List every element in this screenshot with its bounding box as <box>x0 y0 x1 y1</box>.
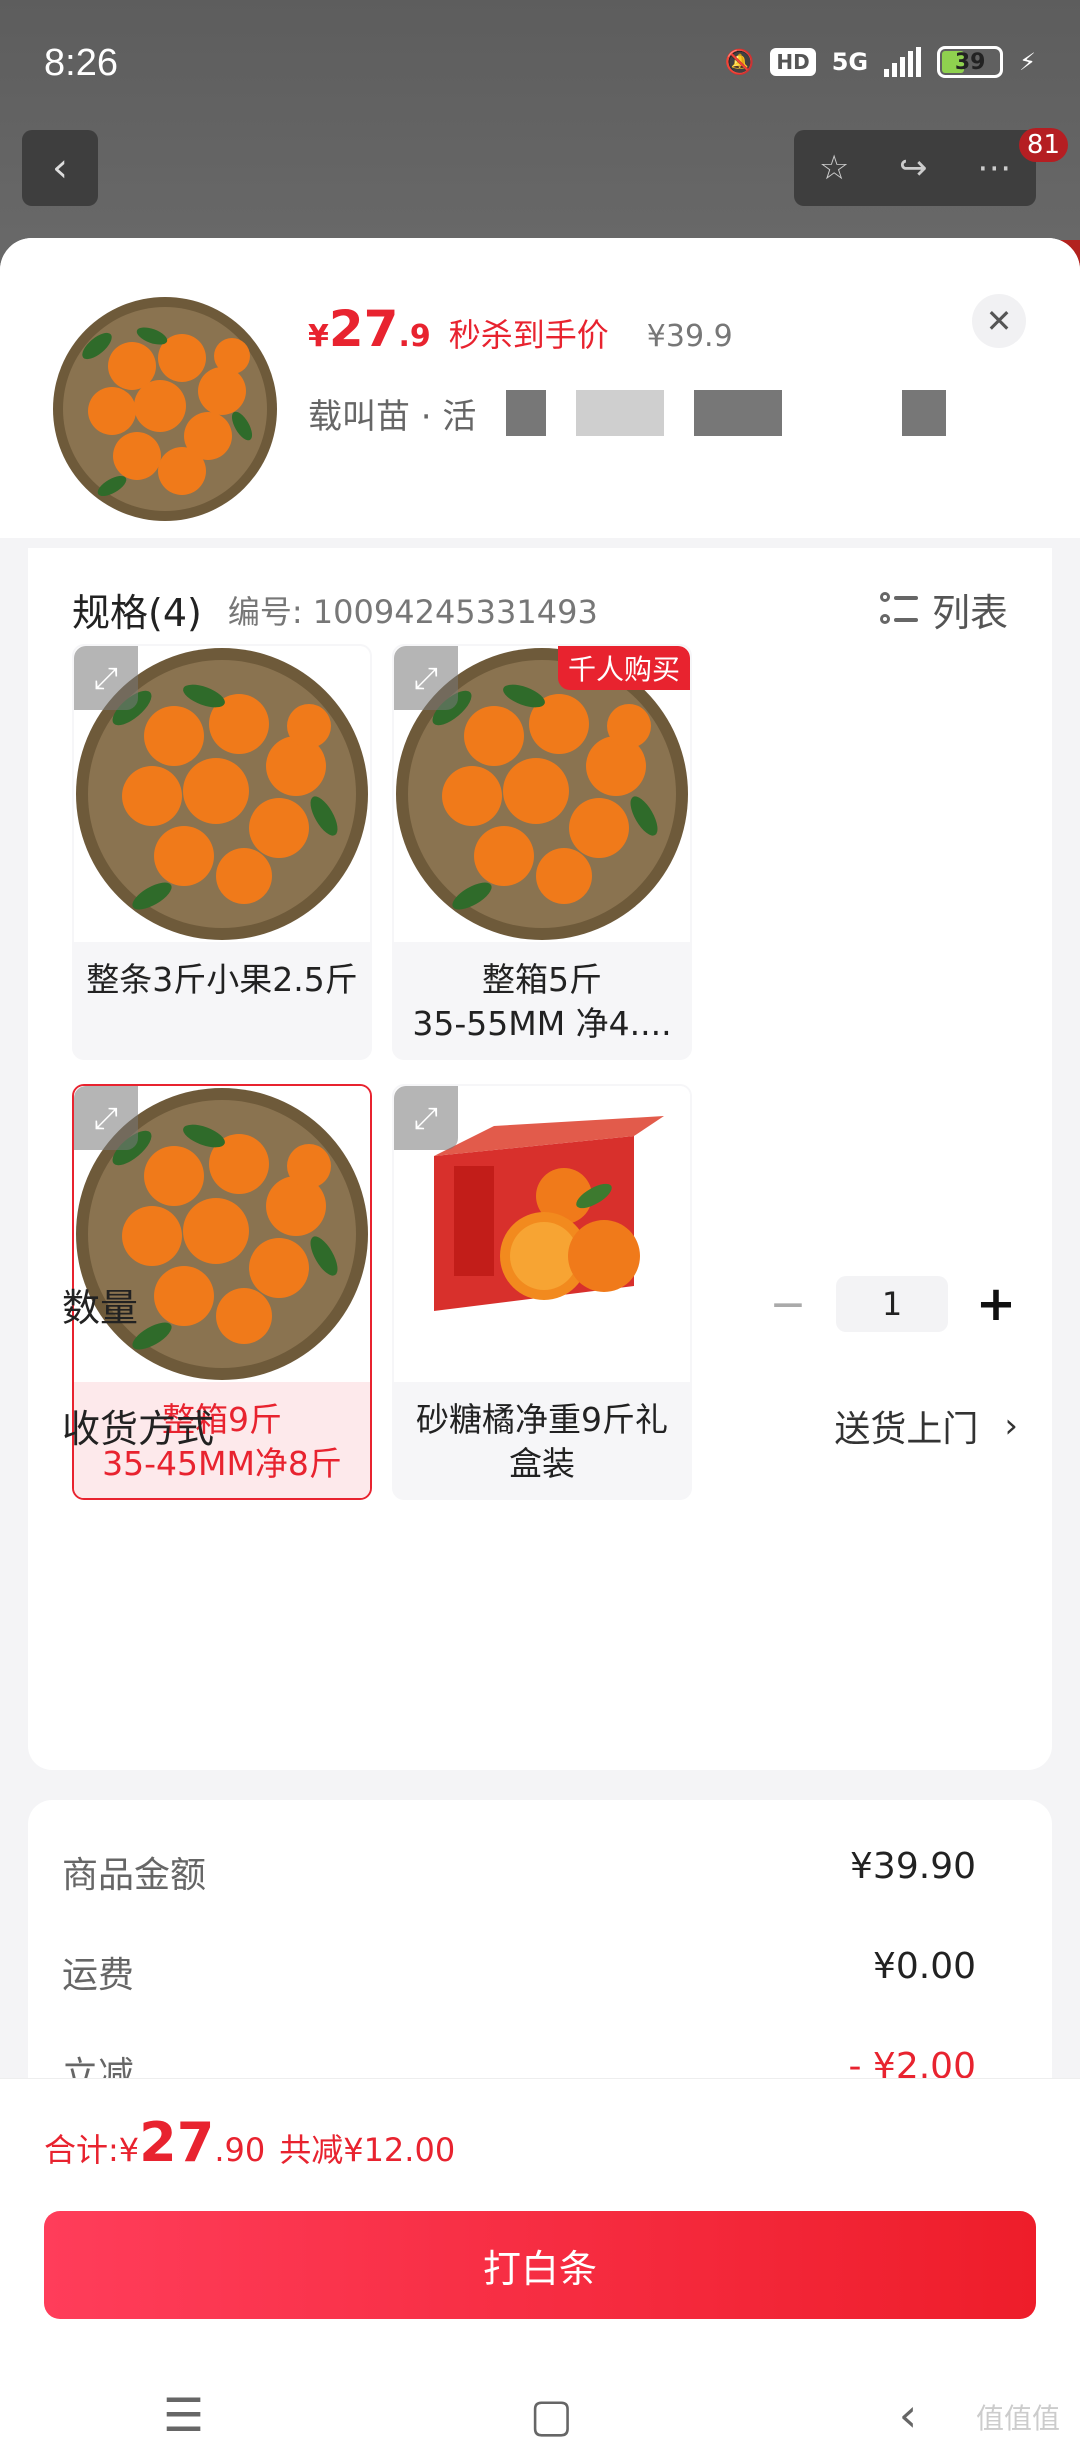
charging-icon: ⚡ <box>1019 48 1036 76</box>
battery-level: 39 <box>954 49 986 75</box>
chevron-right-icon: › <box>1004 1405 1018 1446</box>
quantity-decrease-button[interactable]: − <box>766 1279 810 1330</box>
cost-value: ¥39.90 <box>850 1846 976 1887</box>
product-name: 载叫苗 · 活 <box>308 388 1018 438</box>
popular-tag: 千人购买 <box>557 646 690 690</box>
delivery-method-label: 收货方式 <box>62 1407 215 1451</box>
order-total: 合计: ¥ 27 .90 共减¥12.00 <box>44 2111 455 2174</box>
quantity-input[interactable]: 1 <box>836 1276 948 1332</box>
chevron-left-icon: ‹ <box>52 145 68 191</box>
sku-label: 整箱5斤 35-55MM 净4.... <box>412 960 672 1043</box>
list-view-label: 列表 <box>931 591 1008 635</box>
back-icon[interactable]: ‹ <box>899 2388 917 2442</box>
total-label: 合计: <box>44 2131 119 2169</box>
delivery-method-value: 送货上门 <box>834 1408 979 1450</box>
status-icons: 🔕 HD 5G 39 ⚡ <box>724 46 1036 78</box>
total-decimal: .90 <box>214 2131 266 2169</box>
list-icon <box>879 591 918 628</box>
close-button[interactable]: ✕ <box>972 294 1026 348</box>
close-icon: ✕ <box>985 302 1013 340</box>
system-navigation-bar: ☰ ▢ ‹ <box>0 2369 1080 2460</box>
share-icon[interactable]: ↪ <box>899 148 928 188</box>
page-actions: ☆ ↪ ⋯ <box>794 130 1036 206</box>
price-tag: 秒杀到手价 <box>448 316 609 354</box>
total-saved: 共减¥12.00 <box>279 2131 456 2169</box>
sku-image: ⤢ <box>394 1086 690 1382</box>
delivery-method-row[interactable]: 收货方式 送货上门 › <box>62 1398 1018 1453</box>
signal-icon <box>884 47 922 77</box>
home-icon[interactable]: ▢ <box>530 2388 573 2442</box>
hd-icon: HD <box>770 48 816 76</box>
sku-image: ⤢ <box>74 646 370 942</box>
sku-option[interactable]: ⤢ 整条3斤小果2.5斤 <box>72 644 372 1060</box>
status-time: 8:26 <box>44 42 118 84</box>
cost-label: 运费 <box>62 1955 135 1996</box>
sku-option[interactable]: ⤢ 千人购买整箱5斤 35-55MM 净4.... <box>392 644 692 1060</box>
status-bar: 8:26 🔕 HD 5G 39 ⚡ <box>0 0 1080 130</box>
expand-image-icon[interactable]: ⤢ <box>74 646 138 710</box>
price-row: ¥27.9 秒杀到手价 ¥39.9 <box>308 300 733 358</box>
sku-image: ⤢ <box>74 1086 370 1382</box>
pay-with-baitiao-button[interactable]: 打白条 <box>44 2211 1036 2319</box>
battery-icon: 39 <box>937 46 1004 78</box>
total-currency: ¥ <box>118 2131 140 2169</box>
cost-row-shipping: 运费 ¥0.00 <box>62 1946 976 1998</box>
original-price: ¥39.9 <box>646 319 733 354</box>
redacted-block <box>576 390 665 436</box>
cost-label: 商品金额 <box>62 1855 207 1896</box>
redacted-block <box>902 390 947 436</box>
spec-header: 规格(4) 编号: 10094245331493 列表 <box>72 582 1008 637</box>
product-name-text: 载叫苗 · 活 <box>308 396 477 437</box>
favorite-star-icon[interactable]: ☆ <box>819 148 849 188</box>
item-code: 编号: 10094245331493 <box>227 592 598 631</box>
quantity-label: 数量 <box>62 1285 139 1330</box>
sku-label: 整条3斤小果2.5斤 <box>86 960 358 999</box>
sku-image: ⤢ 千人购买 <box>394 646 690 942</box>
quantity-increase-button[interactable]: + <box>974 1276 1018 1332</box>
back-button[interactable]: ‹ <box>22 130 98 206</box>
quantity-row: 数量 − 1 + <box>62 1276 1018 1332</box>
redacted-block <box>506 390 547 436</box>
seckill-price: ¥27.9 <box>308 300 431 358</box>
network-type: 5G <box>831 48 869 76</box>
mute-notification-icon: 🔕 <box>724 48 755 76</box>
cost-row-goods: 商品金额 ¥39.90 <box>62 1846 976 1898</box>
spec-title: 规格(4) <box>72 591 202 635</box>
site-watermark: 值值值 <box>975 2402 1060 2435</box>
expand-image-icon[interactable]: ⤢ <box>394 646 458 710</box>
expand-image-icon[interactable]: ⤢ <box>394 1086 458 1150</box>
more-icon[interactable]: ⋯ <box>977 148 1011 188</box>
menu-icon[interactable]: ☰ <box>163 2388 204 2442</box>
product-thumbnail <box>53 297 277 521</box>
total-integer: 27 <box>139 2111 215 2174</box>
checkout-bar: 合计: ¥ 27 .90 共减¥12.00 打白条 ☰ ▢ ‹ 值值值 <box>0 2078 1080 2460</box>
cost-value: ¥0.00 <box>872 1946 976 1987</box>
product-summary: ¥27.9 秒杀到手价 ¥39.9 ✕ 载叫苗 · 活 <box>0 238 1080 538</box>
spec-card: 规格(4) 编号: 10094245331493 列表 ⤢ 整条3斤小果2.5斤 ⤢… <box>28 548 1052 1770</box>
expand-image-icon[interactable]: ⤢ <box>74 1086 138 1150</box>
list-view-toggle[interactable]: 列表 <box>879 582 1008 637</box>
message-count-badge: 81 <box>1018 128 1068 162</box>
redacted-block <box>694 390 783 436</box>
